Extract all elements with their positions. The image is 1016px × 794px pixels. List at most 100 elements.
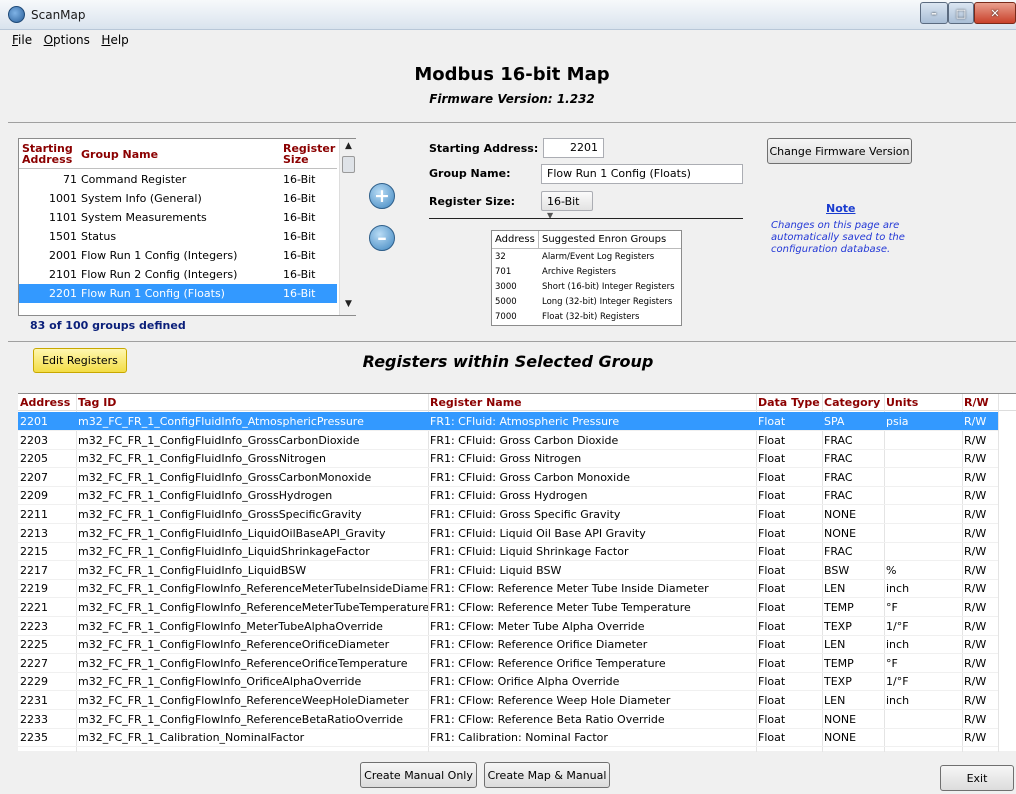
add-group-button[interactable]: + <box>369 183 395 209</box>
table-row[interactable]: 2231 m32_FC_FR_1_ConfigFlowInfo_Reference… <box>18 691 998 710</box>
register-category: TEXP <box>824 619 852 633</box>
table-row[interactable]: 2205 m32_FC_FR_1_ConfigFluidInfo_GrossNit… <box>18 449 998 469</box>
group-name-field[interactable]: Flow Run 1 Config (Floats) <box>541 164 743 184</box>
register-category: FRAC <box>824 489 853 503</box>
col-tag-id[interactable]: Tag ID <box>78 394 428 411</box>
group-row[interactable]: 71 Command Register 16-Bit <box>19 170 337 189</box>
col-address[interactable]: Address <box>20 394 80 411</box>
registers-table-header: Address Tag ID Register Name Data Type C… <box>18 394 1016 411</box>
table-row[interactable]: 2221 m32_FC_FR_1_ConfigFlowInfo_Reference… <box>18 598 998 617</box>
group-name: System Measurements <box>81 211 207 224</box>
table-row[interactable]: 2203 m32_FC_FR_1_ConfigFluidInfo_GrossCar… <box>18 431 998 450</box>
group-row[interactable]: 1501 Status 16-Bit <box>19 227 337 246</box>
close-icon: ✕ <box>990 6 1000 20</box>
group-address: 2201 <box>49 287 77 300</box>
table-row[interactable]: 2217 m32_FC_FR_1_ConfigFluidInfo_LiquidBS… <box>18 561 998 580</box>
col-data-type[interactable]: Data Type <box>758 394 822 411</box>
col-category[interactable]: Category <box>824 394 884 411</box>
table-row[interactable]: 2229 m32_FC_FR_1_ConfigFlowInfo_OrificeAl… <box>18 672 998 692</box>
plus-icon: + <box>374 184 390 207</box>
col-group-name[interactable]: Group Name <box>81 149 158 160</box>
register-category: LEN <box>824 694 846 707</box>
table-row[interactable]: 2235 m32_FC_FR_1_Calibration_NominalFacto… <box>18 728 998 748</box>
col-register-size[interactable]: Register Size <box>283 143 335 165</box>
col-rw[interactable]: R/W <box>964 394 998 411</box>
register-tag-id: m32_FC_FR_1_ConfigFluidInfo_GrossCarbonD… <box>78 433 360 447</box>
register-size-select[interactable]: 16-Bit ▼ <box>541 191 593 220</box>
register-name: FR1: CFluid: Gross Carbon Dioxide <box>430 433 619 447</box>
group-size: 16-Bit <box>283 287 316 300</box>
table-row[interactable]: 2215 m32_FC_FR_1_ConfigFluidInfo_LiquidSh… <box>18 542 998 562</box>
remove-group-button[interactable]: – <box>369 225 395 251</box>
register-address: 2211 <box>20 508 48 521</box>
register-data-type: Float <box>758 601 786 614</box>
register-address: 2213 <box>20 526 48 540</box>
starting-address-field[interactable]: 2201 <box>543 138 604 158</box>
register-units: inch <box>886 638 910 652</box>
menu-file[interactable]: File <box>8 31 36 49</box>
register-tag-id: m32_FC_FR_1_ConfigFluidInfo_LiquidOilBas… <box>78 526 386 540</box>
scroll-up-icon[interactable]: ▲ <box>340 141 357 151</box>
group-row[interactable]: 2101 Flow Run 2 Config (Integers) 16-Bit <box>19 265 337 284</box>
group-name: System Info (General) <box>81 192 202 205</box>
enron-row: 5000 Long (32-bit) Integer Registers <box>492 295 681 310</box>
table-row[interactable]: 2227 m32_FC_FR_1_ConfigFlowInfo_Reference… <box>18 654 998 673</box>
col-register-name[interactable]: Register Name <box>430 394 758 411</box>
register-rw: R/W <box>964 545 987 559</box>
menu-help[interactable]: Help <box>97 31 132 49</box>
table-row[interactable]: 2207 m32_FC_FR_1_ConfigFluidInfo_GrossCar… <box>18 468 998 487</box>
register-size-label: Register Size: <box>429 195 516 208</box>
register-name: FR1: Calibration: Nominal Factor <box>430 731 608 745</box>
group-list[interactable]: Starting Address Group Name Register Size … <box>18 138 356 316</box>
register-units: °F <box>886 656 898 670</box>
register-data-type: Float <box>758 694 786 707</box>
register-name: FR1: CFlow: Reference Orifice Diameter <box>430 638 648 652</box>
group-row[interactable]: 2201 Flow Run 1 Config (Floats) 16-Bit <box>19 284 337 303</box>
minimize-button[interactable]: – <box>920 2 948 24</box>
register-rw: R/W <box>964 675 987 689</box>
register-address: 2207 <box>20 470 48 484</box>
registers-table[interactable]: Address Tag ID Register Name Data Type C… <box>18 393 1016 752</box>
create-map-and-manual-button[interactable]: Create Map & Manual <box>484 762 610 788</box>
table-row[interactable]: 2209 m32_FC_FR_1_ConfigFluidInfo_GrossHyd… <box>18 486 998 506</box>
group-row[interactable]: 2001 Flow Run 1 Config (Integers) 16-Bit <box>19 246 337 265</box>
group-address: 71 <box>63 173 77 186</box>
register-data-type: Float <box>758 470 786 484</box>
enron-row: 32 Alarm/Event Log Registers <box>492 250 681 265</box>
scroll-down-icon[interactable]: ▼ <box>340 299 357 309</box>
table-row[interactable]: 2201 m32_FC_FR_1_ConfigFluidInfo_Atmosphe… <box>18 412 998 431</box>
note-text: Changes on this page are automatically s… <box>771 220 905 255</box>
group-row[interactable]: 1101 System Measurements 16-Bit <box>19 208 337 227</box>
table-row[interactable]: 2225 m32_FC_FR_1_ConfigFlowInfo_Reference… <box>18 635 998 655</box>
register-address: 2209 <box>20 489 48 503</box>
table-row[interactable]: 2219 m32_FC_FR_1_ConfigFlowInfo_Reference… <box>18 579 998 599</box>
maximize-button[interactable]: □ <box>948 2 974 24</box>
menu-bar: File Options Help <box>8 31 1008 51</box>
group-row[interactable]: 1001 System Info (General) 16-Bit <box>19 189 337 208</box>
register-data-type: Float <box>758 545 786 559</box>
table-row[interactable]: 2233 m32_FC_FR_1_ConfigFlowInfo_Reference… <box>18 710 998 729</box>
register-address: 2231 <box>20 694 48 707</box>
scroll-thumb[interactable] <box>342 156 355 173</box>
register-rw: R/W <box>964 470 987 484</box>
col-starting-address[interactable]: Starting Address <box>22 143 73 165</box>
table-row[interactable]: 2223 m32_FC_FR_1_ConfigFlowInfo_MeterTube… <box>18 617 998 636</box>
create-manual-only-button[interactable]: Create Manual Only <box>360 762 477 788</box>
edit-registers-button[interactable]: Edit Registers <box>33 348 127 373</box>
change-firmware-button[interactable]: Change Firmware Version <box>767 138 912 164</box>
register-rw: R/W <box>964 582 987 596</box>
table-row[interactable]: 2211 m32_FC_FR_1_ConfigFluidInfo_GrossSpe… <box>18 505 998 524</box>
register-rw: R/W <box>964 526 987 540</box>
col-units[interactable]: Units <box>886 394 962 411</box>
close-button[interactable]: ✕ <box>974 2 1016 24</box>
menu-options[interactable]: Options <box>40 31 94 49</box>
register-rw: R/W <box>964 694 987 707</box>
title-bar[interactable]: ScanMap – □ ✕ <box>0 0 1016 30</box>
enron-group: Short (16-bit) Integer Registers <box>542 282 675 292</box>
register-category: NONE <box>824 731 857 745</box>
table-row[interactable]: 2213 m32_FC_FR_1_ConfigFluidInfo_LiquidOi… <box>18 524 998 543</box>
enron-row: 3000 Short (16-bit) Integer Registers <box>492 280 681 295</box>
group-list-scrollbar[interactable]: ▲ ▼ <box>339 139 356 315</box>
exit-button[interactable]: Exit <box>940 765 1014 791</box>
enron-row: 701 Archive Registers <box>492 265 681 280</box>
